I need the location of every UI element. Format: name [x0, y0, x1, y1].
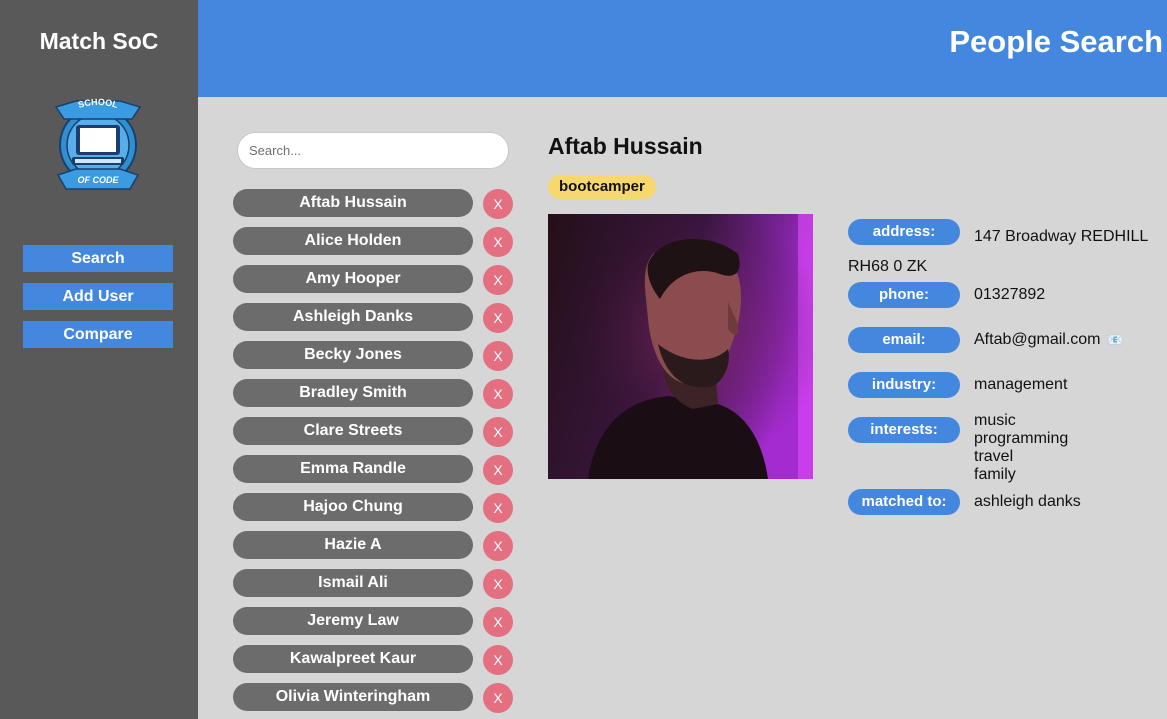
- delete-person-button[interactable]: X: [483, 569, 513, 599]
- person-button[interactable]: Hajoo Chung: [233, 493, 473, 521]
- matched-label: matched to:: [848, 489, 960, 515]
- delete-person-button[interactable]: X: [483, 341, 513, 371]
- person-row: Jeremy Law X: [233, 607, 523, 645]
- app-title: Match SoC: [39, 28, 159, 54]
- person-button[interactable]: Jeremy Law: [233, 607, 473, 635]
- person-button[interactable]: Becky Jones: [233, 341, 473, 369]
- email-value: Aftab@gmail.com: [974, 331, 1101, 348]
- person-button[interactable]: Clare Streets: [233, 417, 473, 445]
- delete-person-button[interactable]: X: [483, 493, 513, 523]
- industry-label: industry:: [848, 372, 960, 398]
- logo-bottom-text: OF CODE: [77, 175, 119, 185]
- person-row: Bradley Smith X: [233, 379, 523, 417]
- person-list: Aftab Hussain X Alice Holden X Amy Hooper X As…: [233, 189, 523, 719]
- person-button[interactable]: Ashleigh Danks: [233, 303, 473, 331]
- phone-label: phone:: [848, 282, 960, 308]
- page-title: People Search: [949, 24, 1163, 59]
- delete-person-button[interactable]: X: [483, 607, 513, 637]
- delete-person-button[interactable]: X: [483, 683, 513, 713]
- person-row: Ashleigh Danks X: [233, 303, 523, 341]
- person-row: Alice Holden X: [233, 227, 523, 265]
- interests-list: music programming travel family: [974, 412, 1068, 484]
- person-row: Becky Jones X: [233, 341, 523, 379]
- delete-person-button[interactable]: X: [483, 189, 513, 219]
- matched-value: ashleigh danks: [974, 493, 1081, 510]
- delete-person-button[interactable]: X: [483, 531, 513, 561]
- person-button[interactable]: Emma Randle: [233, 455, 473, 483]
- person-button[interactable]: Kawalpreet Kaur: [233, 645, 473, 673]
- detail-name: Aftab Hussain: [548, 133, 703, 159]
- search-input[interactable]: [237, 132, 509, 169]
- delete-person-button[interactable]: X: [483, 379, 513, 409]
- person-row: Amy Hooper X: [233, 265, 523, 303]
- phone-value: 01327892: [974, 286, 1046, 303]
- email-row: Aftab@gmail.com 📧: [974, 331, 1123, 349]
- delete-person-button[interactable]: X: [483, 303, 513, 333]
- person-button[interactable]: Ismail Ali: [233, 569, 473, 597]
- person-row: Emma Randle X: [233, 455, 523, 493]
- address-value: 147 Broadway REDHILL RH68 0 ZK: [848, 228, 1148, 275]
- profile-photo: [548, 214, 813, 479]
- interest-item: programming: [974, 430, 1069, 447]
- person-button[interactable]: Bradley Smith: [233, 379, 473, 407]
- person-row: Hajoo Chung X: [233, 493, 523, 531]
- sidebar: Match SoC SCHOOL OF CODE Search Add User…: [0, 0, 198, 719]
- person-row: Clare Streets X: [233, 417, 523, 455]
- person-row: Ismail Ali X: [233, 569, 523, 607]
- interest-item: music: [974, 412, 1016, 429]
- nav-add-user-button[interactable]: Add User: [23, 283, 173, 310]
- person-row: Olivia Winteringham X: [233, 683, 523, 719]
- role-badge: bootcamper: [548, 175, 656, 199]
- interests-label: interests:: [848, 417, 960, 443]
- person-button[interactable]: Alice Holden: [233, 227, 473, 255]
- nav-compare-button[interactable]: Compare: [23, 321, 173, 348]
- person-button[interactable]: Hazie A: [233, 531, 473, 559]
- delete-person-button[interactable]: X: [483, 455, 513, 485]
- interest-item: family: [974, 466, 1016, 483]
- delete-person-button[interactable]: X: [483, 227, 513, 257]
- person-row: Aftab Hussain X: [233, 189, 523, 227]
- delete-person-button[interactable]: X: [483, 265, 513, 295]
- delete-person-button[interactable]: X: [483, 417, 513, 447]
- person-button[interactable]: Aftab Hussain: [233, 189, 473, 217]
- delete-person-button[interactable]: X: [483, 645, 513, 675]
- email-icon[interactable]: 📧: [1107, 332, 1123, 347]
- person-row: Hazie A X: [233, 531, 523, 569]
- person-button[interactable]: Amy Hooper: [233, 265, 473, 293]
- industry-value: management: [974, 376, 1068, 393]
- school-of-code-logo: SCHOOL OF CODE: [54, 93, 142, 199]
- header: People Search: [198, 0, 1167, 97]
- email-label: email:: [848, 327, 960, 353]
- person-button[interactable]: Olivia Winteringham: [233, 683, 473, 711]
- person-row: Kawalpreet Kaur X: [233, 645, 523, 683]
- interest-item: travel: [974, 448, 1014, 465]
- nav-search-button[interactable]: Search: [23, 245, 173, 272]
